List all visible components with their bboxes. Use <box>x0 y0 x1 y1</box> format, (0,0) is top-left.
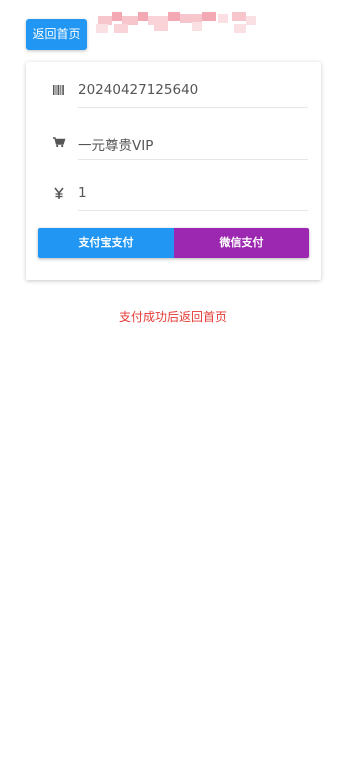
blurred-site-title <box>94 10 266 38</box>
top-bar: 返回首页 <box>0 0 346 60</box>
payment-buttons: 支付宝支付 微信支付 <box>38 228 309 258</box>
amount-row: 1 <box>46 173 308 213</box>
amount-field: 1 <box>78 177 308 211</box>
barcode-icon <box>52 83 66 97</box>
yuan-icon <box>52 186 66 200</box>
product-field: 一元尊贵VIP <box>78 126 308 160</box>
product-row: 一元尊贵VIP <box>46 122 308 162</box>
order-id-value: 20240427125640 <box>78 82 199 98</box>
order-id-row: 20240427125640 <box>46 70 308 110</box>
order-card: 20240427125640 一元尊贵VIP 1 支付宝支付 微信支付 <box>26 62 321 280</box>
amount-value: 1 <box>78 185 87 201</box>
product-value: 一元尊贵VIP <box>78 138 154 154</box>
wechat-pay-button[interactable]: 微信支付 <box>174 228 309 258</box>
cart-icon <box>52 135 66 149</box>
alipay-button[interactable]: 支付宝支付 <box>38 228 174 258</box>
home-button[interactable]: 返回首页 <box>26 19 87 50</box>
payment-notice: 支付成功后返回首页 <box>118 310 227 324</box>
order-id-field: 20240427125640 <box>78 74 308 108</box>
